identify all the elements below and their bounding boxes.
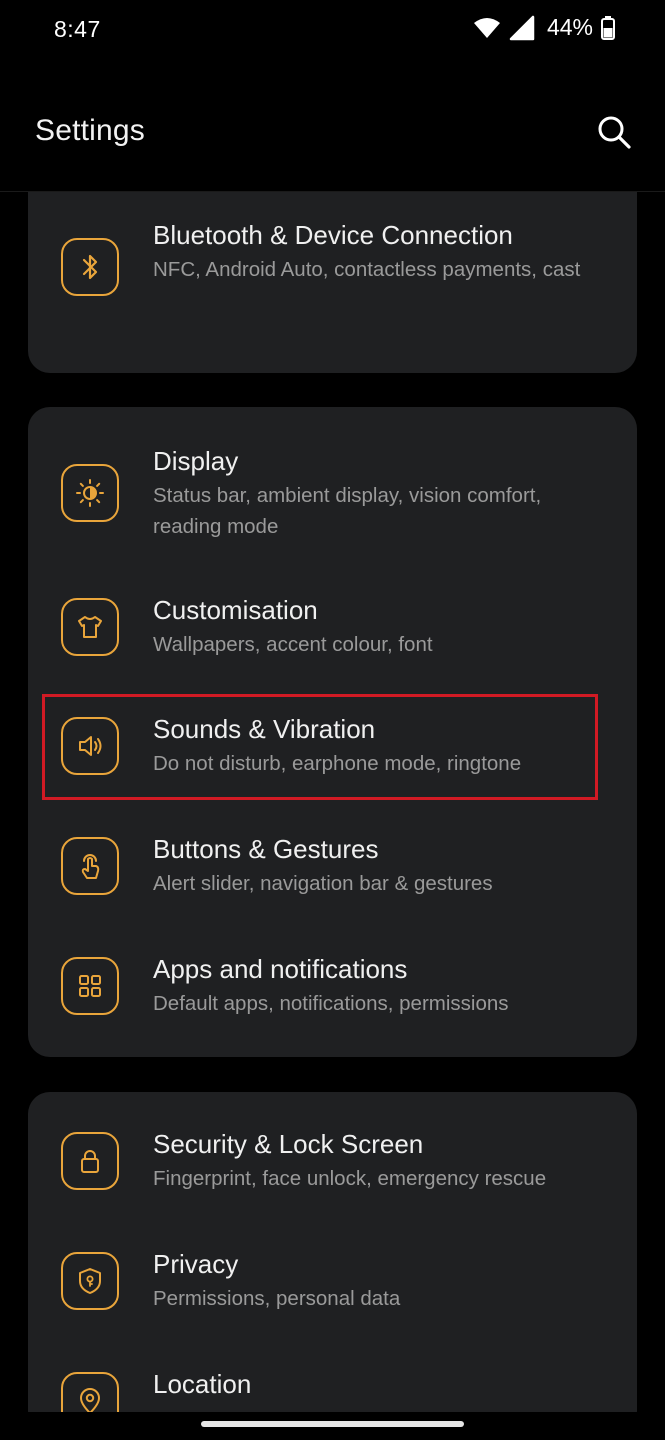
settings-card-device: Display Status bar, ambient display, vis… <box>28 407 637 1057</box>
item-subtitle: Alert slider, navigation bar & gestures <box>153 872 493 895</box>
settings-item-apps[interactable]: Apps and notifications Default apps, not… <box>28 937 637 1057</box>
status-bar: 8:47 44% <box>0 0 665 64</box>
search-icon[interactable] <box>597 115 631 149</box>
touch-gesture-icon <box>61 837 119 895</box>
settings-item-sounds[interactable]: Sounds & Vibration Do not disturb, earph… <box>28 697 637 817</box>
item-title: Apps and notifications <box>153 954 408 984</box>
cellular-signal-icon <box>509 15 535 41</box>
battery-icon <box>601 15 615 40</box>
speaker-icon <box>61 717 119 775</box>
settings-item-display[interactable]: Display Status bar, ambient display, vis… <box>28 427 637 577</box>
settings-item-customisation[interactable]: Customisation Wallpapers, accent colour,… <box>28 577 637 697</box>
item-title: Security & Lock Screen <box>153 1129 424 1159</box>
status-icons: 44% <box>473 14 615 41</box>
page-title: Settings <box>35 114 145 147</box>
app-header: Settings <box>0 64 665 192</box>
battery-percent: 44% <box>546 14 593 40</box>
item-subtitle: Default apps, notifications, permissions <box>153 992 509 1015</box>
item-title: Customisation <box>153 595 318 625</box>
item-title: Display <box>153 446 239 476</box>
settings-card-security: Security & Lock Screen Fingerprint, face… <box>28 1092 637 1412</box>
item-title: Privacy <box>153 1249 239 1279</box>
settings-item-security[interactable]: Security & Lock Screen Fingerprint, face… <box>28 1112 637 1232</box>
item-title: Bluetooth & Device Connection <box>153 220 513 250</box>
location-pin-icon <box>61 1372 119 1412</box>
settings-item-privacy[interactable]: Privacy Permissions, personal data <box>28 1232 637 1352</box>
status-time: 8:47 <box>54 16 101 42</box>
item-title: Sounds & Vibration <box>153 714 376 744</box>
item-title: Buttons & Gestures <box>153 834 379 864</box>
tshirt-icon <box>61 598 119 656</box>
item-subtitle: NFC, Android Auto, contactless payments,… <box>153 258 581 281</box>
privacy-shield-icon <box>61 1252 119 1310</box>
item-subtitle: Permissions, personal data <box>153 1287 401 1310</box>
settings-item-location[interactable]: Location <box>28 1352 637 1412</box>
wifi-icon <box>473 16 501 40</box>
bluetooth-icon <box>61 238 119 296</box>
gesture-navigation-handle[interactable] <box>201 1421 464 1427</box>
item-subtitle: Wallpapers, accent colour, font <box>153 633 433 656</box>
lock-icon <box>61 1132 119 1190</box>
item-subtitle: Status bar, ambient display, vision comf… <box>153 484 542 538</box>
item-subtitle: Fingerprint, face unlock, emergency resc… <box>153 1167 547 1190</box>
item-title: Location <box>153 1369 252 1399</box>
brightness-icon <box>61 464 119 522</box>
settings-item-bluetooth[interactable]: Bluetooth & Device Connection NFC, Andro… <box>28 192 637 373</box>
item-subtitle: Do not disturb, earphone mode, ringtone <box>153 752 522 775</box>
settings-card-connectivity: Bluetooth & Device Connection NFC, Andro… <box>28 192 637 373</box>
settings-item-buttons-gestures[interactable]: Buttons & Gestures Alert slider, navigat… <box>28 817 637 937</box>
apps-grid-icon <box>61 957 119 1015</box>
settings-list[interactable]: Bluetooth & Device Connection NFC, Andro… <box>0 192 665 1412</box>
